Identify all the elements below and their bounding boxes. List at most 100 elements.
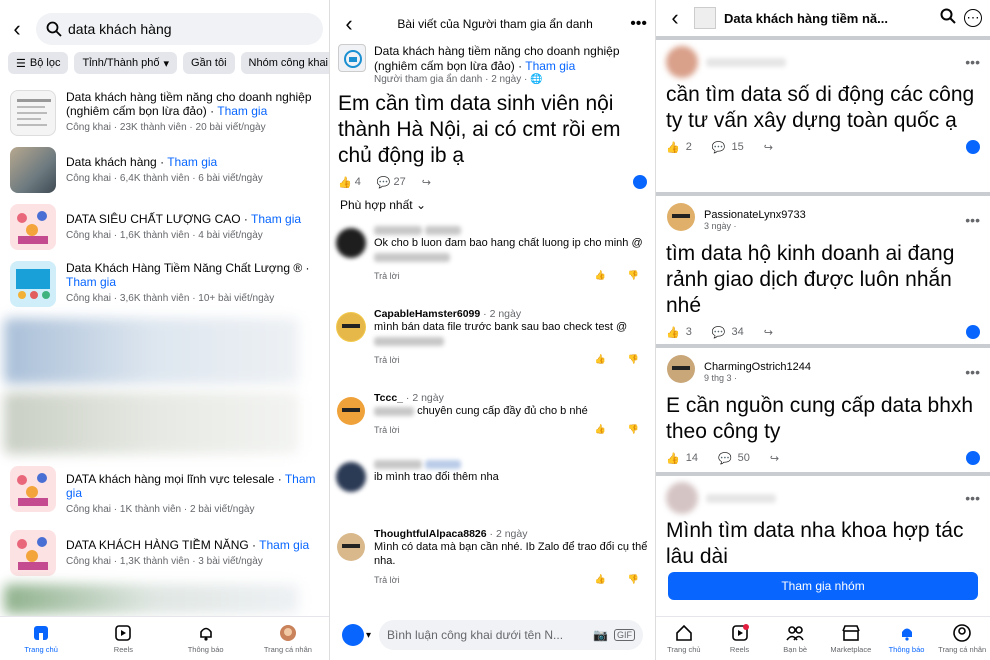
join-link[interactable]: Tham gia <box>66 275 116 289</box>
comment-author <box>374 458 649 470</box>
comment: ThoughtfulAlpaca8826 · 2 ngày Mình có da… <box>336 528 649 612</box>
like-count: 4 <box>354 176 361 188</box>
group-item[interactable]: DATA khách hàng mọi lĩnh vực telesale · … <box>0 462 329 526</box>
post-group-name[interactable]: Data khách hàng tiềm năng cho doanh nghi… <box>374 44 647 74</box>
join-link[interactable]: Tham gia <box>259 538 309 552</box>
comment-count: 27 <box>393 176 406 188</box>
group-meta: Công khai · 6,4K thành viên · 6 bài viết… <box>66 173 263 184</box>
comment-sort[interactable]: Phù hợp nhất ⌄ <box>340 198 426 212</box>
thumbs-down-icon[interactable]: 👎 <box>628 354 639 365</box>
thumbs-up-icon[interactable]: 👍 <box>595 354 606 365</box>
reply-button[interactable]: Trả lời <box>374 355 595 365</box>
nav-home[interactable]: Trang chủ <box>656 624 712 654</box>
join-link[interactable]: Tham gia <box>217 104 267 118</box>
blurred-result <box>4 392 299 454</box>
comment-text: ib mình trao đổi thêm nha <box>374 471 499 483</box>
back-icon[interactable]: ‹ <box>6 18 28 40</box>
thumbs-up-icon[interactable]: 👍 <box>595 424 606 435</box>
share-icon[interactable]: ↪ <box>770 452 779 465</box>
near-me-chip[interactable]: Gần tôi <box>183 52 235 74</box>
gif-icon[interactable]: GIF <box>614 629 635 641</box>
group-name: DATA KHÁCH HÀNG TIỀM NĂNG · Tham gia <box>66 538 310 552</box>
more-icon[interactable]: ••• <box>965 54 980 70</box>
nav-profile[interactable]: Trang cá nhân <box>934 623 990 654</box>
like-button[interactable]: 👍 4 <box>338 176 361 189</box>
back-icon[interactable]: ‹ <box>338 13 360 35</box>
group-item[interactable]: Data Khách Hàng Tiềm Năng Chất Lượng ® ·… <box>0 257 329 314</box>
nav-profile[interactable]: Trang cá nhân <box>260 624 316 654</box>
group-item[interactable]: Data khách hàng tiềm năng cho doanh nghi… <box>0 86 329 143</box>
comment-button[interactable]: 💬 27 <box>377 176 406 189</box>
like-count: 3 <box>685 326 692 338</box>
join-link[interactable]: Tham gia <box>525 59 575 73</box>
comment-author <box>374 224 649 236</box>
more-icon[interactable]: ⋯ <box>964 9 982 27</box>
nav-label: Trang chủ <box>667 644 701 654</box>
thumbs-up-icon[interactable]: 👍 <box>595 270 606 281</box>
more-icon[interactable]: ••• <box>965 212 980 228</box>
group-list: Data khách hàng tiềm năng cho doanh nghi… <box>0 86 329 314</box>
nav-reels[interactable]: Reels <box>712 623 768 654</box>
like-badge-icon <box>966 140 980 154</box>
nav-marketplace[interactable]: Marketplace <box>823 624 879 654</box>
group-name: Data khách hàng tiềm năng cho doanh nghi… <box>66 90 312 118</box>
nav-notifications[interactable]: Thông báo <box>879 624 935 654</box>
more-icon[interactable]: ••• <box>965 490 980 506</box>
home-icon <box>32 624 50 642</box>
join-link[interactable]: Tham gia <box>167 155 217 169</box>
more-icon[interactable]: ••• <box>965 364 980 380</box>
thumbs-up-icon[interactable]: 👍 <box>666 452 680 465</box>
camera-icon[interactable]: 📷 <box>593 628 608 642</box>
nav-notifications[interactable]: Thông báo <box>178 624 234 654</box>
feed-post: PassionateLynx9733 3 ngày · ••• tìm data h… <box>656 196 990 344</box>
group-item[interactable]: DATA SIÊU CHẤT LƯỢNG CAO · Tham gia Công… <box>0 200 329 257</box>
filter-chip[interactable]: ☰ Bộ lọc <box>8 52 69 74</box>
group-meta: Công khai · 1,6K thành viên · 4 bài viết… <box>66 230 263 241</box>
group-title: Data khách hàng tiềm nă... <box>724 10 888 26</box>
join-group-button[interactable]: Tham gia nhóm <box>668 572 978 600</box>
author-name[interactable]: CharmingOstrich1244 <box>704 361 811 373</box>
group-item[interactable]: Data khách hàng · Tham gia Công khai · 6… <box>0 143 329 200</box>
feed-post-text: cần tìm data số di động các công ty tư v… <box>666 83 975 132</box>
more-icon[interactable]: ••• <box>630 15 647 33</box>
author-name[interactable]: PassionateLynx9733 <box>704 209 806 221</box>
reply-button[interactable]: Trả lời <box>374 575 595 585</box>
post-meta: Người tham gia ẩn danh · 2 ngày · 🌐 <box>374 74 543 85</box>
blurred-result <box>4 584 299 614</box>
thumbs-down-icon[interactable]: 👎 <box>628 270 639 281</box>
thumbs-down-icon[interactable]: 👎 <box>628 424 639 435</box>
comment-count: 50 <box>737 452 750 464</box>
nav-reels[interactable]: Reels <box>95 624 151 654</box>
thumbs-up-icon[interactable]: 👍 <box>595 574 606 585</box>
city-chip[interactable]: Tỉnh/Thành phố ▾ <box>74 52 178 74</box>
public-group-chip[interactable]: Nhóm công khai <box>240 52 329 74</box>
group-thumbnail <box>10 90 56 136</box>
reels-icon <box>114 624 132 642</box>
share-icon[interactable]: ↪ <box>764 326 773 339</box>
comment-icon[interactable]: 💬 <box>718 452 732 465</box>
nav-friends[interactable]: Bạn bè <box>767 624 823 654</box>
group-avatar <box>338 44 366 72</box>
join-link[interactable]: Tham gia <box>251 212 301 226</box>
profile-switcher[interactable]: ▾ <box>342 624 371 646</box>
search-results-panel: ‹ data khách hàng ☰ Bộ lọc Tỉnh/Thành phố… <box>0 0 330 660</box>
comment: ib mình trao đổi thêm nha <box>336 458 649 528</box>
reply-button[interactable]: Trả lời <box>374 271 595 281</box>
thumbs-down-icon[interactable]: 👎 <box>628 574 639 585</box>
search-icon[interactable] <box>940 8 956 29</box>
reply-button[interactable]: Trả lời <box>374 425 595 435</box>
thumbs-up-icon[interactable]: 👍 <box>666 141 680 154</box>
back-icon[interactable]: ‹ <box>664 7 686 29</box>
feed-post-text: Mình tìm data nha khoa hợp tác lâu dài <box>666 519 964 568</box>
search-input[interactable]: data khách hàng <box>36 13 323 45</box>
comment-icon[interactable]: 💬 <box>712 326 726 339</box>
comment-input[interactable]: Bình luận công khai dưới tên N... 📷 GIF <box>379 620 643 650</box>
avatar <box>342 624 364 646</box>
nav-home[interactable]: Trang chủ <box>13 624 69 654</box>
share-icon[interactable]: ↪ <box>764 141 773 154</box>
comment-icon[interactable]: 💬 <box>712 141 726 154</box>
share-button[interactable]: ↪ <box>422 176 431 189</box>
thumbs-up-icon[interactable]: 👍 <box>666 326 680 339</box>
group-feed-panel: ‹ Data khách hàng tiềm nă... ⋯ ••• cần t… <box>656 0 990 660</box>
group-item[interactable]: DATA KHÁCH HÀNG TIỀM NĂNG · Tham gia Côn… <box>0 526 329 583</box>
